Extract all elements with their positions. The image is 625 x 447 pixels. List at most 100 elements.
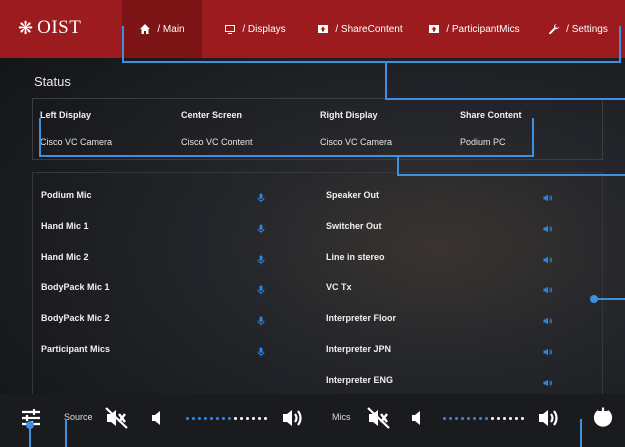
volume-dot [455, 416, 458, 420]
share-icon [318, 25, 329, 33]
status-value-center-screen: Cisco VC Content [181, 137, 253, 147]
speaker-icon[interactable] [543, 252, 553, 264]
oist-logo: ❋ OIST [18, 12, 81, 44]
output-label-vc-tx: VC Tx [326, 282, 352, 292]
volume-dot [515, 416, 518, 420]
source-mute-button[interactable] [104, 406, 130, 430]
bottom-control-bar [0, 394, 625, 447]
speaker-muted-icon [105, 407, 128, 429]
mics-label: Mics [332, 412, 351, 422]
volume-dot [222, 416, 225, 420]
speaker-icon[interactable] [543, 190, 553, 202]
volume-dot [509, 416, 512, 420]
speaker-icon[interactable] [543, 375, 553, 387]
mics-volume-down-button[interactable] [410, 408, 426, 428]
volume-dot [467, 416, 470, 420]
volume-dot [258, 416, 261, 420]
mic-label-participant: Participant Mics [41, 344, 111, 354]
output-label-speaker-out: Speaker Out [326, 190, 380, 200]
volume-dot [228, 416, 231, 420]
output-label-interpreter-jpn: Interpreter JPN [326, 344, 392, 354]
logo-emblem-icon: ❋ [18, 17, 34, 38]
tab-main-label: / Main [157, 23, 185, 35]
microphone-icon[interactable] [256, 313, 266, 326]
tab-participantmics[interactable]: / ParticipantMics [418, 0, 530, 58]
output-label-interpreter-floor: Interpreter Floor [326, 313, 397, 323]
source-volume-up-button[interactable] [280, 405, 306, 431]
volume-dot [246, 416, 249, 420]
mic-label-hand-1: Hand Mic 1 [41, 221, 89, 231]
volume-level-dots [186, 416, 267, 420]
status-header-share-content: Share Content [460, 110, 522, 120]
volume-dot [234, 416, 237, 420]
participant-mic-icon [429, 25, 440, 33]
volume-dot [473, 416, 476, 420]
tab-displays[interactable]: / Displays [214, 0, 296, 58]
volume-dot [479, 416, 482, 420]
volume-down-icon [412, 411, 420, 425]
source-volume-slider[interactable] [186, 413, 267, 423]
logo-text: OIST [37, 17, 82, 38]
microphone-icon[interactable] [256, 282, 266, 295]
volume-dot [485, 416, 488, 420]
volume-dot [497, 416, 500, 420]
status-header-center-screen: Center Screen [181, 110, 243, 120]
microphone-icon[interactable] [256, 252, 266, 265]
mic-label-podium: Podium Mic [41, 190, 92, 200]
output-label-line-in-stereo: Line in stereo [326, 252, 385, 262]
output-label-interpreter-eng: Interpreter ENG [326, 375, 394, 385]
volume-dot [503, 416, 506, 420]
tab-settings-label: / Settings [566, 23, 608, 35]
power-button[interactable] [590, 404, 616, 430]
tab-settings[interactable]: / Settings [538, 0, 618, 58]
status-value-left-display: Cisco VC Camera [40, 137, 113, 147]
display-icon [225, 25, 236, 34]
tab-main[interactable]: / Main [122, 0, 202, 58]
mic-label-bodypack-1: BodyPack Mic 1 [41, 282, 110, 292]
speaker-icon[interactable] [543, 344, 553, 356]
volume-dot [198, 416, 201, 420]
status-header-left-display: Left Display [40, 110, 92, 120]
mics-volume-up-button[interactable] [536, 405, 562, 431]
home-icon [140, 24, 151, 34]
volume-dot [461, 416, 464, 420]
volume-up-icon [283, 410, 302, 426]
mics-volume-slider[interactable] [443, 413, 524, 423]
mics-mute-button[interactable] [366, 406, 392, 430]
volume-dot [521, 416, 524, 420]
wrench-icon [549, 24, 560, 35]
status-value-share-content: Podium PC [460, 137, 506, 147]
audio-mixer-panel [32, 172, 603, 394]
microphone-icon[interactable] [256, 344, 266, 357]
status-value-right-display: Cisco VC Camera [320, 137, 393, 147]
volume-dot [443, 416, 446, 420]
status-title: Status [34, 74, 71, 89]
mic-label-hand-2: Hand Mic 2 [41, 252, 89, 262]
status-header-right-display: Right Display [320, 110, 378, 120]
status-panel [32, 98, 603, 160]
speaker-icon[interactable] [543, 221, 553, 233]
power-icon [593, 407, 613, 427]
tab-sharecontent[interactable]: / ShareContent [310, 0, 410, 58]
volume-dot [210, 416, 213, 420]
output-label-switcher-out: Switcher Out [326, 221, 382, 231]
volume-level-dots [443, 416, 524, 420]
volume-dot [240, 416, 243, 420]
microphone-icon[interactable] [256, 190, 266, 203]
volume-down-icon [152, 411, 160, 425]
tab-displays-label: / Displays [242, 23, 286, 35]
microphone-icon[interactable] [256, 221, 266, 234]
volume-dot [449, 416, 452, 420]
speaker-icon[interactable] [543, 282, 553, 294]
tab-sharecontent-label: / ShareContent [335, 23, 403, 35]
speaker-icon[interactable] [543, 313, 553, 325]
volume-dot [216, 416, 219, 420]
volume-dot [192, 416, 195, 420]
volume-up-icon [539, 410, 558, 426]
source-label: Source [64, 412, 93, 422]
volume-dot [264, 416, 267, 420]
volume-dot [252, 416, 255, 420]
volume-dot [186, 416, 189, 420]
volume-dot [491, 416, 494, 420]
source-volume-down-button[interactable] [150, 408, 166, 428]
